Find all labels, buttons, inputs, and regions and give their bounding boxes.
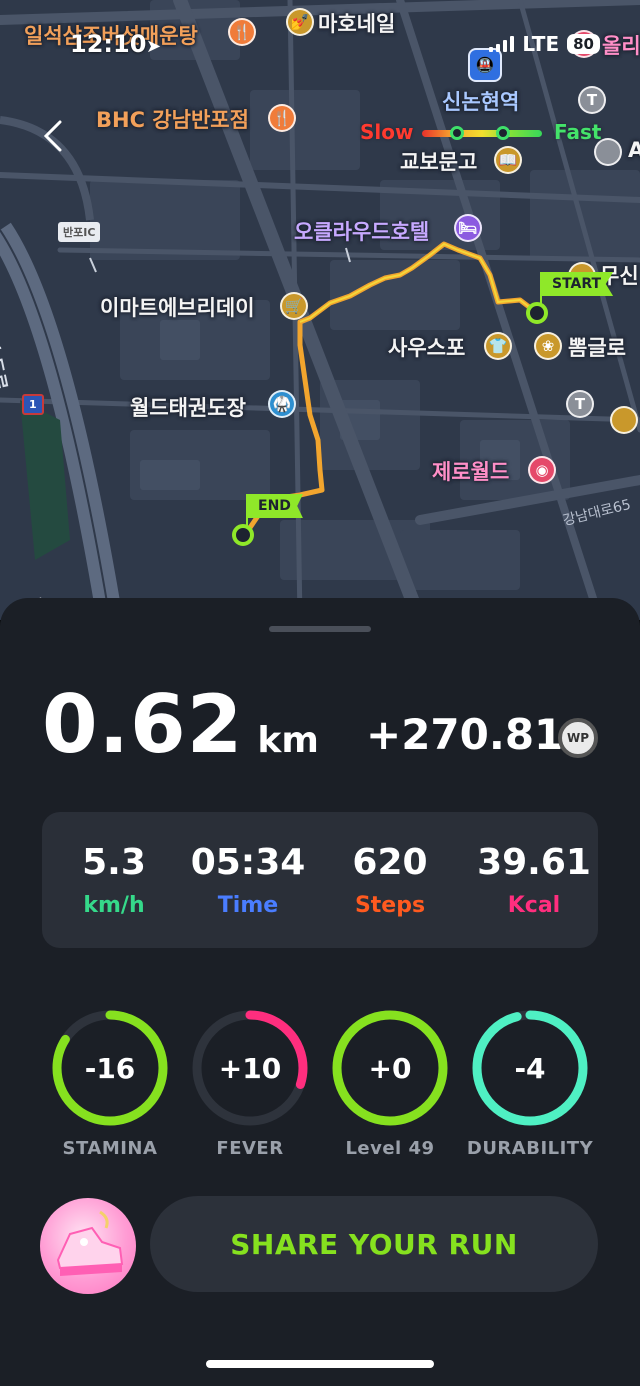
distance-unit: km: [257, 720, 319, 761]
restaurant-icon[interactable]: 🍴: [268, 104, 296, 132]
stat-label: km/h: [83, 893, 145, 918]
legend-fast: Fast: [554, 120, 602, 144]
route-shield: 1: [22, 394, 44, 415]
stat-label: Steps: [354, 893, 426, 918]
network-type: LTE: [522, 32, 560, 56]
hotel-icon[interactable]: 🛏: [454, 214, 482, 242]
poi-label[interactable]: A: [628, 138, 640, 162]
end-flag: END: [246, 494, 303, 518]
legend-marker: [496, 126, 510, 140]
ring-label: DURABILITY: [466, 1138, 594, 1159]
status-indicators: LTE 80: [489, 32, 600, 56]
poi-label[interactable]: 신논현역: [442, 86, 519, 116]
restaurant-icon[interactable]: 🍴: [228, 18, 256, 46]
stat-kcal: 39.61 Kcal: [464, 842, 604, 918]
route-map[interactable]: 일석삼조버섯매운탕 🍴 💅 마호네일 올리 🚇 신논현역 BHC 강남반포점 🍴…: [0, 0, 640, 620]
t-sign-icon[interactable]: T: [566, 390, 594, 418]
ring-value: +0: [368, 1051, 412, 1085]
poi-label[interactable]: 오클라우드호텔: [294, 216, 429, 246]
level-ring: +0 Level 49: [330, 1008, 454, 1159]
end-pin[interactable]: [232, 524, 254, 546]
ring-value: -4: [514, 1051, 546, 1085]
poi-label[interactable]: 뽐글로: [568, 332, 626, 362]
status-time: 12:10: [70, 30, 147, 58]
grocery-cart-icon[interactable]: 🛒: [280, 292, 308, 320]
sneaker-image: [56, 1210, 124, 1276]
stat-time: 05:34 Time: [178, 842, 318, 918]
poi-label[interactable]: 제로월드: [432, 456, 509, 486]
shop-bag-icon[interactable]: [610, 406, 638, 434]
distance: 0.62 km: [42, 678, 319, 771]
home-indicator[interactable]: [206, 1360, 434, 1368]
share-run-button[interactable]: SHARE YOUR RUN: [150, 1196, 598, 1292]
poi-label[interactable]: 사우스포: [388, 332, 465, 362]
legend-slow: Slow: [360, 120, 414, 144]
signal-icon: [489, 36, 515, 52]
location-arrow-icon: ➤: [146, 36, 162, 57]
stat-label: Time: [217, 893, 279, 918]
speed-legend: Slow Fast: [360, 120, 602, 148]
wp-earned: +270.81: [366, 710, 564, 759]
back-button[interactable]: [38, 118, 66, 154]
drag-handle[interactable]: [269, 626, 371, 632]
durability-ring: -4 DURABILITY: [467, 1008, 594, 1159]
stat-value: 620: [352, 842, 428, 883]
ring-value: -16: [84, 1051, 136, 1085]
stats-card: 5.3 km/h 05:34 Time 620 Steps 39.61 Kcal: [42, 812, 598, 948]
stat-steps: 620 Steps: [320, 842, 460, 918]
start-flag: START: [540, 272, 614, 296]
poi-label[interactable]: 이마트에브리데이: [100, 292, 255, 322]
poi-label[interactable]: BHC 강남반포점: [96, 104, 249, 134]
nail-salon-icon[interactable]: 💅: [286, 8, 314, 36]
stat-label: Kcal: [507, 893, 561, 918]
bookstore-icon[interactable]: 📖: [494, 146, 522, 174]
run-summary-panel: 0.62 km +270.81 WP 5.3 km/h 05:34 Time 6…: [0, 598, 640, 1386]
legend-marker: [450, 126, 464, 140]
stat-value: 5.3: [82, 842, 146, 883]
stat-speed: 5.3 km/h: [44, 842, 184, 918]
stat-value: 05:34: [190, 842, 306, 883]
wp-token-icon: WP: [558, 718, 598, 758]
speed-gradient-bar: [422, 130, 542, 137]
poi-label[interactable]: 교보문고: [400, 146, 477, 176]
spa-icon[interactable]: ❀: [534, 332, 562, 360]
attraction-icon[interactable]: ◉: [528, 456, 556, 484]
ring-value: +10: [218, 1051, 282, 1085]
taekwondo-icon[interactable]: 🥋: [268, 390, 296, 418]
poi-label[interactable]: 올리: [602, 30, 640, 60]
stat-value: 39.61: [477, 842, 591, 883]
fever-ring: +10 FEVER: [190, 1008, 314, 1159]
distance-value: 0.62: [42, 678, 244, 771]
stamina-ring: -16 STAMINA: [50, 1008, 174, 1159]
poi-label[interactable]: 월드태권도장: [130, 392, 246, 422]
start-pin[interactable]: [526, 302, 548, 324]
battery-icon: 80: [567, 34, 600, 54]
sneaker-avatar[interactable]: [40, 1198, 136, 1294]
interchange-sign: 반포IC: [58, 222, 101, 242]
poi-label[interactable]: 마호네일: [318, 8, 395, 38]
clothing-icon[interactable]: 👕: [484, 332, 512, 360]
t-sign-icon[interactable]: T: [578, 86, 606, 114]
